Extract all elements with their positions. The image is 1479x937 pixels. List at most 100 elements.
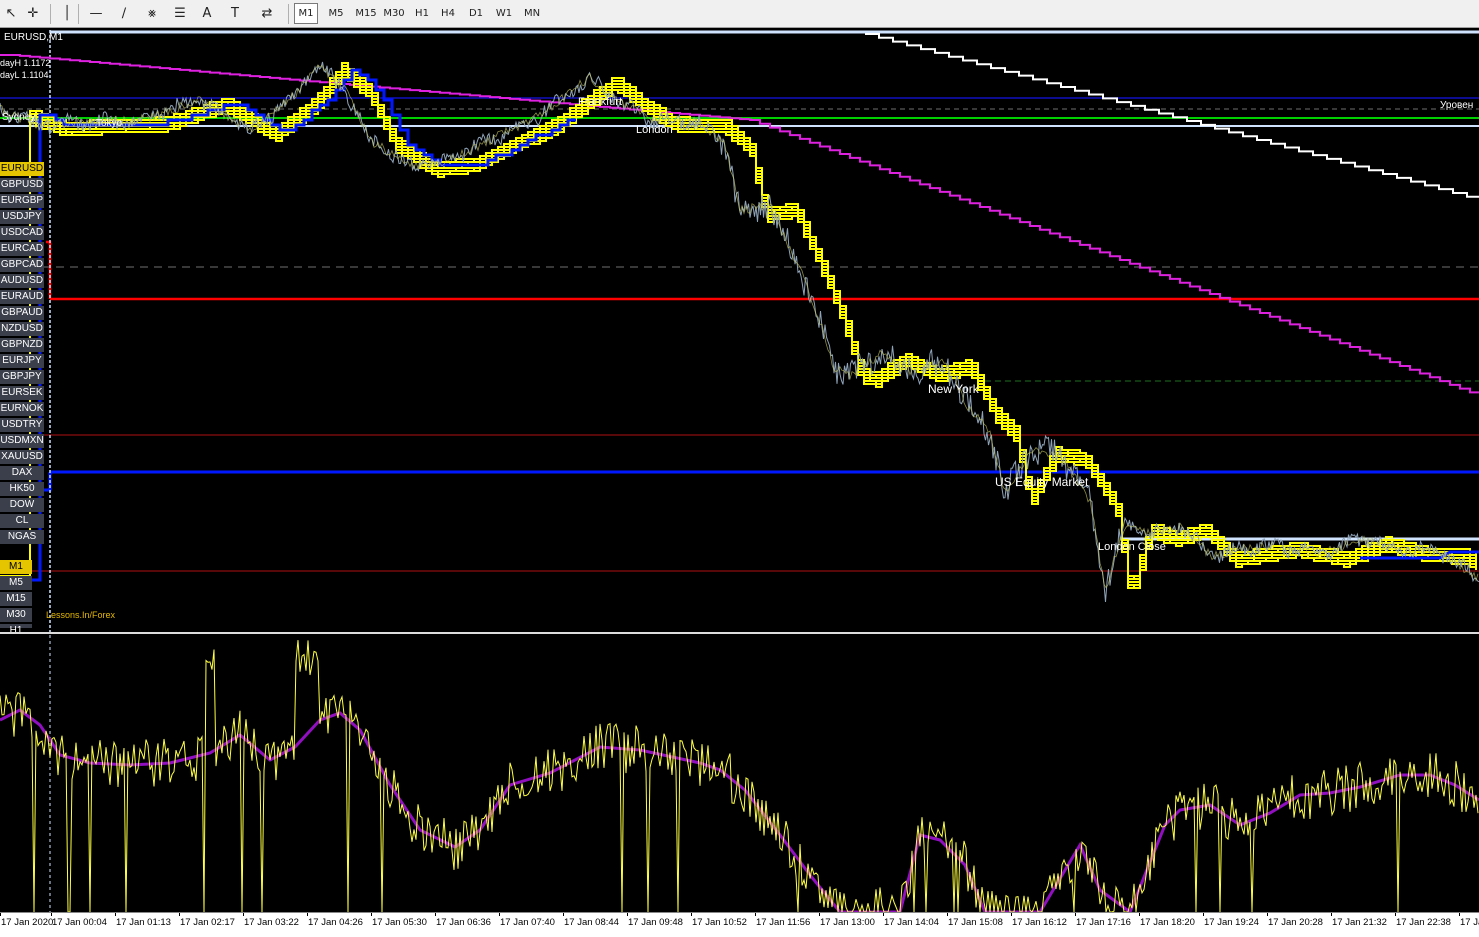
timeframe-mn-button[interactable]: MN — [520, 3, 544, 24]
price-line — [0, 61, 1479, 602]
time-axis-tick-label: 17 Jan 10:52 — [692, 917, 747, 928]
price-chart-canvas — [0, 30, 1479, 633]
text-icon[interactable]: A — [198, 2, 216, 25]
symbol-button-eursek[interactable]: EURSEK — [0, 386, 44, 400]
time-axis-tick-label: 17 Jan — [1460, 917, 1479, 928]
time-axis-tick-mark — [51, 913, 52, 916]
time-axis-tick-label: 17 Jan 22:38 — [1396, 917, 1451, 928]
ema-band-line — [0, 77, 1477, 589]
gann-icon[interactable]: ⨳ — [142, 2, 162, 25]
timeframe-side-button-m15[interactable]: M15 — [0, 592, 32, 606]
timeframe-m15-button[interactable]: M15 — [352, 3, 380, 24]
price-chart[interactable]: EURUSD,M1 dayH 1.1172 dayL 1.1104 Sydney… — [0, 30, 1479, 636]
timeframe-side-button-m5[interactable]: M5 — [0, 576, 32, 590]
trendline-icon[interactable]: ∕ — [114, 2, 134, 25]
arrows-icon[interactable]: ⇄ — [254, 2, 280, 25]
subwindow-divider[interactable] — [0, 632, 1479, 634]
time-axis-tick-mark — [627, 913, 628, 916]
timeframe-h4-button[interactable]: H4 — [436, 3, 460, 24]
time-axis-tick-mark — [883, 913, 884, 916]
time-axis-tick-mark — [1011, 913, 1012, 916]
symbol-button-eurcad[interactable]: EURCAD — [0, 242, 44, 256]
time-axis-tick-label: 17 Jan 14:04 — [884, 917, 939, 928]
level-blue-thick-line — [44, 472, 52, 492]
timeframe-side-button-m30[interactable]: M30 — [0, 608, 32, 622]
time-axis-tick-mark — [947, 913, 948, 916]
symbol-button-hk50[interactable]: HK50 — [0, 482, 44, 496]
symbol-button-usdtry[interactable]: USDTRY — [0, 418, 44, 432]
timeframe-side-button-m1[interactable]: M1 — [0, 560, 32, 574]
symbol-button-eurjpy[interactable]: EURJPY — [0, 354, 44, 368]
timeframe-side-button-h1[interactable]: H1 — [0, 624, 32, 636]
right-level-label: Уровен — [1440, 100, 1474, 111]
session-label-new-york: New York — [928, 382, 979, 396]
cursor-icon[interactable]: ↖ — [2, 2, 20, 25]
time-axis-tick-label: 17 Jan 02:17 — [180, 917, 235, 928]
symbol-button-dow[interactable]: DOW — [0, 498, 44, 512]
fibo-icon[interactable]: ☰ — [170, 2, 190, 25]
oscillator-line — [0, 640, 1479, 914]
time-axis-tick-mark — [1267, 913, 1268, 916]
toolbar-separator — [288, 4, 289, 24]
time-axis-tick-mark — [435, 913, 436, 916]
time-axis-tick-label: 17 Jan 2020 — [1, 917, 54, 928]
symbol-button-euraud[interactable]: EURAUD — [0, 290, 44, 304]
time-axis-tick-mark — [115, 913, 116, 916]
symbol-button-xauusd[interactable]: XAUUSD — [0, 450, 44, 464]
time-axis-tick-mark — [691, 913, 692, 916]
time-axis-tick-label: 17 Jan 21:32 — [1332, 917, 1387, 928]
time-axis-tick-mark — [1331, 913, 1332, 916]
symbol-button-gbpcad[interactable]: GBPCAD — [0, 258, 44, 272]
time-axis-tick-mark — [307, 913, 308, 916]
trend-line — [0, 68, 576, 582]
timeframe-m30-button[interactable]: M30 — [380, 3, 408, 24]
time-axis-tick-label: 17 Jan 06:36 — [436, 917, 491, 928]
timeframe-m5-button[interactable]: M5 — [324, 3, 348, 24]
symbol-button-ngas[interactable]: NGAS — [0, 530, 44, 544]
time-axis-tick-mark — [371, 913, 372, 916]
symbol-button-eurusd[interactable]: EURUSD — [0, 162, 44, 176]
time-axis-tick-mark — [755, 913, 756, 916]
time-axis-tick-label: 17 Jan 07:40 — [500, 917, 555, 928]
time-axis-tick-label: 17 Jan 17:16 — [1076, 917, 1131, 928]
time-axis-tick-label: 17 Jan 19:24 — [1204, 917, 1259, 928]
session-label-frankfurt: Frankfurt — [578, 96, 623, 108]
symbol-button-audusd[interactable]: AUDUSD — [0, 274, 44, 288]
oscillator-canvas — [0, 635, 1479, 915]
oscillator-window[interactable] — [0, 635, 1479, 915]
symbol-button-eurgbp[interactable]: EURGBP — [0, 194, 44, 208]
timeframe-w1-button[interactable]: W1 — [492, 3, 516, 24]
time-axis-tick-mark — [179, 913, 180, 916]
time-axis-tick-label: 17 Jan 16:12 — [1012, 917, 1067, 928]
timeframe-m1-button[interactable]: M1 — [294, 3, 318, 24]
timeframe-d1-button[interactable]: D1 — [464, 3, 488, 24]
symbol-button-usdjpy[interactable]: USDJPY — [0, 210, 44, 224]
symbol-button-eurnok[interactable]: EURNOK — [0, 402, 44, 416]
toolbar: ↖ ✛ │ — ∕ ⨳ ☰ A T ⇄ M1 M5 M15 M30 H1 H4 D1 W1 MN — [0, 0, 1479, 28]
symbol-button-nzdusd[interactable]: NZDUSD — [0, 322, 44, 336]
time-axis-tick-label: 17 Jan 11:56 — [756, 917, 811, 928]
symbol-button-usdcad[interactable]: USDCAD — [0, 226, 44, 240]
watermark-link[interactable]: Lessons.In/Forex — [46, 610, 115, 620]
symbol-button-cl[interactable]: CL — [0, 514, 44, 528]
horizontal-line-icon[interactable]: — — [86, 2, 106, 25]
crosshair-icon[interactable]: ✛ — [24, 2, 42, 25]
ema-band-line — [0, 71, 1477, 583]
symbol-button-gbpaud[interactable]: GBPAUD — [0, 306, 44, 320]
symbol-button-gbpnzd[interactable]: GBPNZD — [0, 338, 44, 352]
toolbar-separator — [50, 4, 51, 24]
time-axis-tick-mark — [499, 913, 500, 916]
time-axis-tick-mark — [0, 913, 1, 916]
session-label-tokyo: Tokyo — [96, 118, 123, 129]
symbol-button-gbpjpy[interactable]: GBPJPY — [0, 370, 44, 384]
symbol-button-usdmxn[interactable]: USDMXN — [0, 434, 44, 448]
time-axis-tick-mark — [819, 913, 820, 916]
toolbar-separator — [78, 4, 79, 24]
symbol-button-dax[interactable]: DAX — [0, 466, 44, 480]
vertical-line-icon[interactable]: │ — [60, 2, 74, 25]
day-low-label: dayL 1.1104 — [0, 70, 49, 80]
text-label-icon[interactable]: T — [226, 2, 244, 25]
symbol-button-gbpusd[interactable]: GBPUSD — [0, 178, 44, 192]
session-label-sydney: Sydney — [2, 112, 36, 123]
timeframe-h1-button[interactable]: H1 — [410, 3, 434, 24]
